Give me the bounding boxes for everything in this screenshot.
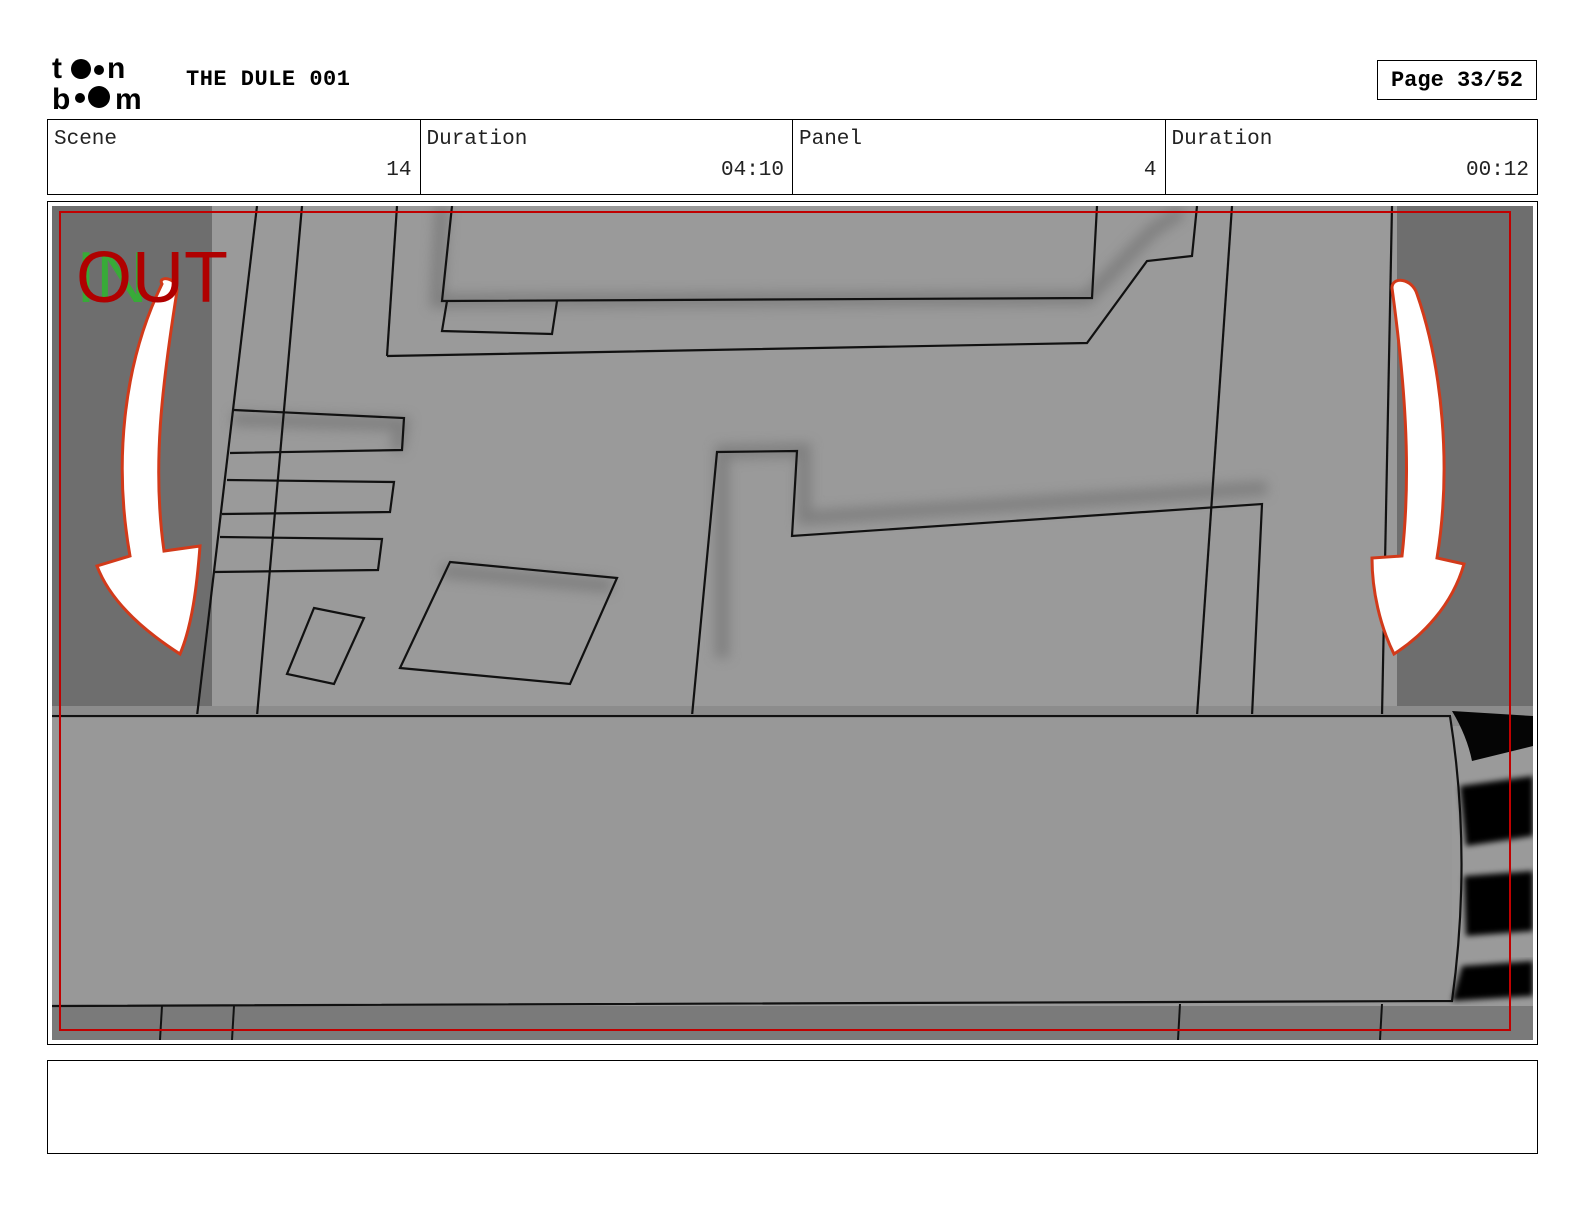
panel-drawing: IN OUT bbox=[52, 206, 1533, 1040]
panel-value: 4 bbox=[1143, 159, 1157, 182]
scene-label: Scene bbox=[54, 128, 118, 151]
storyboard-panel: IN OUT bbox=[47, 201, 1538, 1045]
page-indicator: Page 33/52 bbox=[1377, 60, 1537, 100]
panel-duration-cell: Duration 00:12 bbox=[1166, 120, 1538, 194]
panel-duration-label: Duration bbox=[1171, 128, 1273, 151]
scene-duration-cell: Duration 04:10 bbox=[421, 120, 793, 194]
svg-text:n: n bbox=[107, 52, 125, 85]
panel-duration-value: 00:12 bbox=[1465, 159, 1529, 182]
panel-label: Panel bbox=[799, 128, 863, 151]
scene-duration-value: 04:10 bbox=[720, 159, 784, 182]
toon-boom-logo: t n b m bbox=[52, 52, 142, 112]
scene-duration-label: Duration bbox=[426, 128, 528, 151]
scene-cell: Scene 14 bbox=[48, 120, 421, 194]
panel-info-row: Scene 14 Duration 04:10 Panel 4 Duration… bbox=[47, 119, 1538, 195]
out-marker: OUT bbox=[76, 238, 228, 318]
panel-notes-box bbox=[47, 1060, 1538, 1154]
svg-text:m: m bbox=[115, 83, 142, 112]
svg-text:b: b bbox=[52, 83, 70, 112]
document-title: THE DULE 001 bbox=[186, 67, 351, 92]
scene-value: 14 bbox=[386, 159, 412, 182]
panel-cell: Panel 4 bbox=[793, 120, 1166, 194]
svg-text:t: t bbox=[52, 52, 62, 85]
